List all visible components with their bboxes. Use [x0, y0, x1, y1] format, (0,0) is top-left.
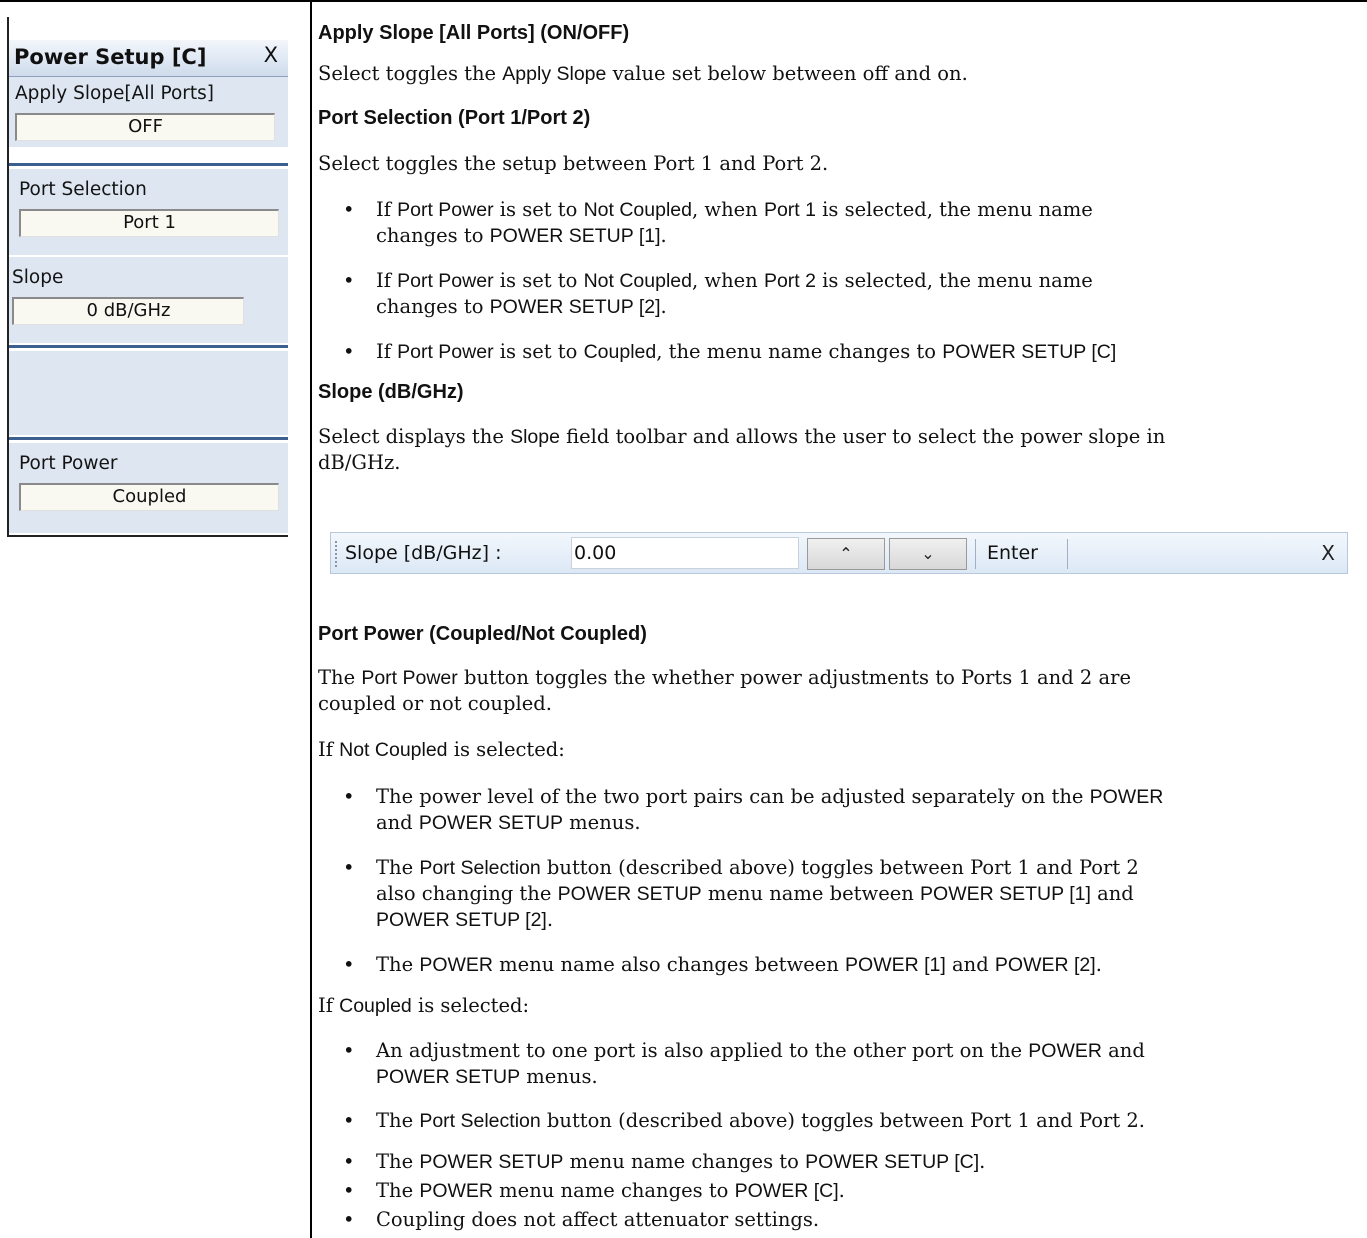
bullet-icon: • [343, 269, 355, 292]
bullet-text: POWER SETUP [2]. [376, 908, 554, 931]
menu-title-bar: Power Setup [C] X [9, 40, 288, 77]
bullet-text: changes to POWER SETUP [1]. [376, 224, 667, 247]
toolbar-grip[interactable] [335, 541, 337, 567]
paragraph: If Coupled is selected: [318, 994, 530, 1017]
chevron-up-icon: ⌃ [839, 544, 853, 563]
apply-slope-value[interactable]: OFF [15, 113, 275, 141]
slope-input[interactable]: 0.00 [571, 537, 799, 569]
heading-slope: Slope (dB/GHz) [318, 381, 464, 403]
paragraph: The Port Power button toggles the whethe… [318, 666, 1132, 689]
slope-value[interactable]: 0 dB/GHz [12, 297, 244, 325]
bullet-text: The Port Selection button (described abo… [376, 1109, 1145, 1132]
apply-slope-button[interactable]: Apply Slope[All Ports] OFF [9, 77, 288, 147]
bullet-icon: • [343, 953, 355, 976]
heading-port-selection: Port Selection (Port 1/Port 2) [318, 107, 591, 129]
bullet-text: The POWER menu name changes to POWER [C]… [376, 1179, 845, 1202]
menu-separator [9, 437, 288, 440]
bullet-icon: • [343, 1150, 355, 1173]
menu-separator [9, 345, 288, 348]
bullet-icon: • [343, 785, 355, 808]
slope-field-label: Slope [dB/GHz] : [345, 542, 502, 564]
bullet-icon: • [343, 1179, 355, 1202]
menu-title: Power Setup [C] [14, 45, 207, 69]
slope-field-toolbar: Slope [dB/GHz] : 0.00 ⌃ ⌄ Enter X [330, 532, 1348, 574]
slope-label: Slope [12, 267, 64, 288]
paragraph: If Not Coupled is selected: [318, 738, 565, 761]
bullet-text: The Port Selection button (described abo… [376, 856, 1139, 879]
heading-apply-slope: Apply Slope [All Ports] (ON/OFF) [318, 22, 630, 44]
bullet-text: changes to POWER SETUP [2]. [376, 295, 667, 318]
close-icon[interactable]: X [1321, 541, 1335, 565]
toolbar-divider [1067, 539, 1068, 569]
enter-button[interactable]: Enter [987, 542, 1038, 564]
decrement-button[interactable]: ⌄ [889, 538, 967, 570]
top-rule [0, 0, 1367, 2]
bullet-icon: • [343, 1109, 355, 1132]
bullet-text: and POWER SETUP menus. [376, 811, 641, 834]
port-selection-label: Port Selection [19, 179, 147, 200]
close-icon[interactable]: X [264, 43, 278, 67]
bullet-icon: • [343, 856, 355, 879]
bullet-text: If Port Power is set to Not Coupled, whe… [376, 269, 1093, 292]
bullet-text: Coupling does not affect attenuator sett… [376, 1208, 820, 1231]
bullet-text: The POWER SETUP menu name changes to POW… [376, 1150, 986, 1173]
paragraph: dB/GHz. [318, 451, 401, 474]
paragraph: Select toggles the setup between Port 1 … [318, 152, 829, 175]
heading-port-power: Port Power (Coupled/Not Coupled) [318, 623, 647, 645]
bullet-text: If Port Power is set to Coupled, the men… [376, 340, 1117, 363]
port-power-value[interactable]: Coupled [19, 483, 279, 511]
port-selection-value[interactable]: Port 1 [19, 209, 279, 237]
power-setup-menu: Power Setup [C] X Apply Slope[All Ports]… [7, 17, 288, 537]
bullet-icon: • [343, 340, 355, 363]
bullet-text: The power level of the two port pairs ca… [376, 785, 1164, 808]
paragraph: coupled or not coupled. [318, 692, 552, 715]
bullet-icon: • [343, 198, 355, 221]
paragraph: Select displays the Slope field toolbar … [318, 425, 1166, 448]
bullet-text: If Port Power is set to Not Coupled, whe… [376, 198, 1093, 221]
bullet-text: The POWER menu name also changes between… [376, 953, 1102, 976]
bullet-icon: • [343, 1208, 355, 1231]
menu-separator [9, 163, 288, 166]
port-power-label: Port Power [19, 453, 118, 474]
paragraph: Select toggles the Apply Slope value set… [318, 62, 968, 85]
port-selection-button[interactable]: Port Selection Port 1 [9, 169, 288, 255]
increment-button[interactable]: ⌃ [807, 538, 885, 570]
slope-button[interactable]: Slope 0 dB/GHz [9, 257, 288, 343]
chevron-down-icon: ⌄ [921, 544, 935, 563]
column-divider [310, 2, 312, 1238]
bullet-text: POWER SETUP menus. [376, 1065, 598, 1088]
bullet-text: An adjustment to one port is also applie… [376, 1039, 1145, 1062]
port-power-button[interactable]: Port Power Coupled [9, 443, 288, 533]
apply-slope-label: Apply Slope[All Ports] [15, 83, 215, 104]
bullet-text: also changing the POWER SETUP menu name … [376, 882, 1134, 905]
bullet-icon: • [343, 1039, 355, 1062]
toolbar-divider [975, 539, 976, 569]
menu-empty-slot [9, 351, 288, 435]
